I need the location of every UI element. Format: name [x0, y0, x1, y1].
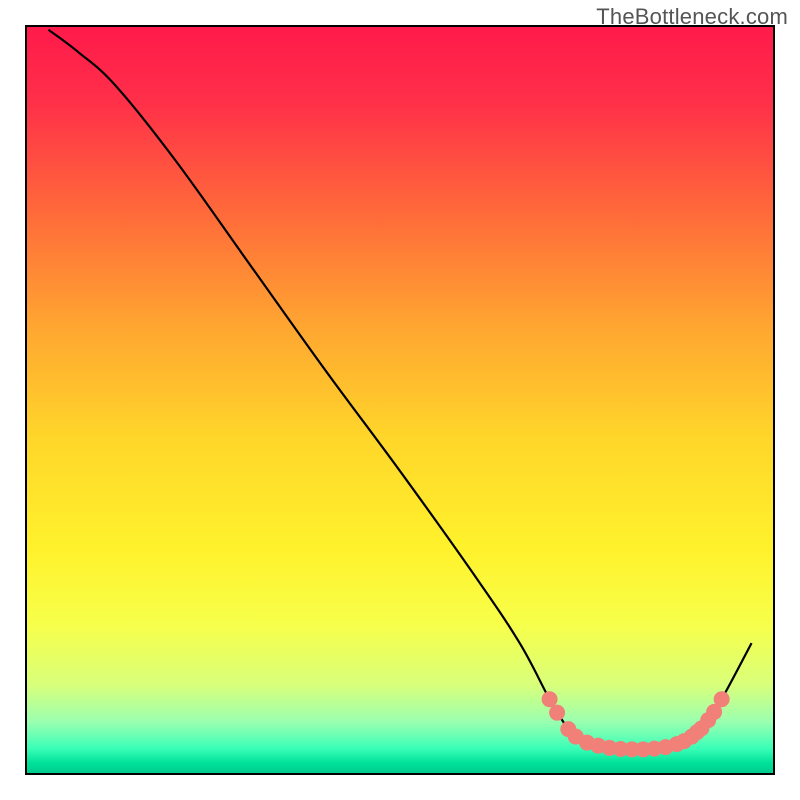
marker-dot	[714, 691, 730, 707]
chart-container: TheBottleneck.com	[0, 0, 800, 800]
marker-dot	[549, 705, 565, 721]
watermark-text: TheBottleneck.com	[596, 4, 788, 30]
bottleneck-chart	[0, 0, 800, 800]
gradient-background	[26, 26, 774, 774]
marker-dot	[542, 691, 558, 707]
